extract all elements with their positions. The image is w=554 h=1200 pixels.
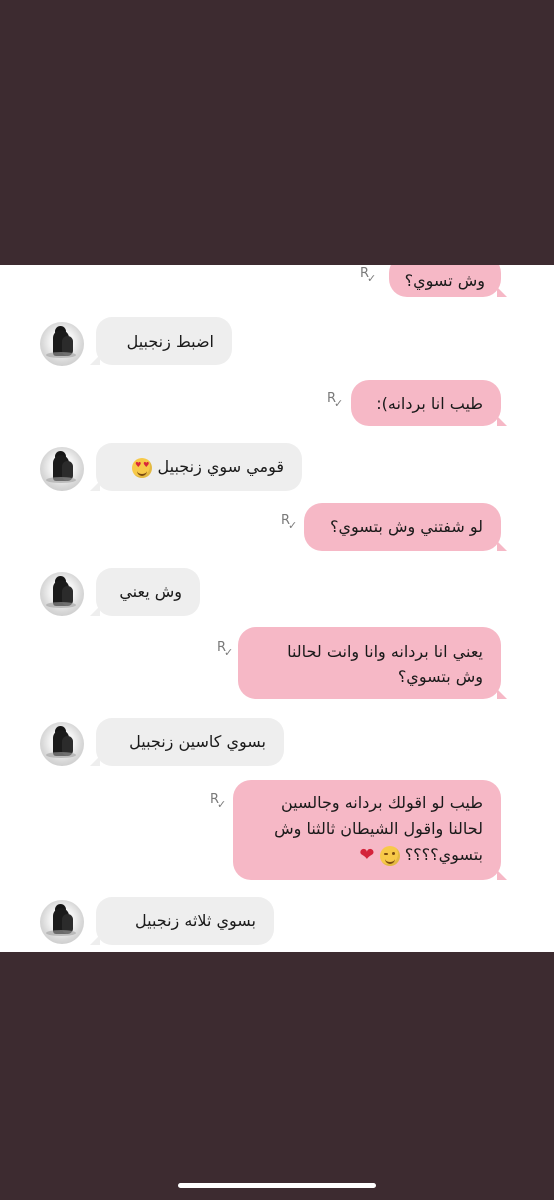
- sent-message[interactable]: لو شفتني وش بتسوي؟: [304, 503, 507, 551]
- read-receipt-icon: R ✓: [217, 640, 234, 659]
- received-message[interactable]: وش يعني: [90, 568, 200, 616]
- read-receipt-icon: R ✓: [360, 266, 377, 285]
- home-indicator[interactable]: [178, 1183, 376, 1188]
- read-receipt-icon: R ✓: [281, 513, 298, 532]
- message-text: اضبط زنجبيل: [126, 332, 214, 351]
- message-text-line: لحالنا واقول الشيطان ثالثنا وش: [274, 819, 483, 838]
- message-text: بسوي كاسين زنجبيل: [129, 732, 266, 751]
- contact-avatar[interactable]: [40, 447, 84, 491]
- contact-avatar[interactable]: [40, 322, 84, 366]
- received-message[interactable]: بسوي ثلاثه زنجبيل: [90, 897, 274, 945]
- sent-message[interactable]: وش تسوي؟: [389, 265, 507, 297]
- message-text-line: بتسوي؟؟؟؟ ❤: [359, 844, 483, 866]
- sent-message[interactable]: طيب انا بردانه):: [351, 380, 507, 426]
- message-text-line: وش بتسوي؟: [397, 667, 483, 686]
- message-text: قومي سوي زنجبيل: [157, 457, 284, 476]
- read-receipt-icon: R ✓: [210, 792, 227, 811]
- message-text: بسوي ثلاثه زنجبيل: [135, 911, 256, 930]
- received-message[interactable]: اضبط زنجبيل: [90, 317, 232, 365]
- contact-avatar[interactable]: [40, 722, 84, 766]
- contact-avatar[interactable]: [40, 572, 84, 616]
- received-message[interactable]: قومي سوي زنجبيل ♥ ♥: [90, 443, 302, 491]
- sent-message[interactable]: يعني انا بردانه وانا وانت لحالنا وش بتسو…: [238, 627, 507, 699]
- red-heart-emoji: ❤: [359, 844, 375, 866]
- message-text-line: طيب لو اقولك بردانه وجالسين: [280, 793, 483, 812]
- contact-avatar[interactable]: [40, 900, 84, 944]
- wink-emoji: [379, 845, 400, 866]
- message-text: وش تسوي؟: [404, 271, 485, 290]
- heart-eyes-emoji: ♥ ♥: [132, 457, 153, 478]
- message-text: طيب انا بردانه):: [376, 394, 483, 413]
- received-message[interactable]: بسوي كاسين زنجبيل: [90, 718, 284, 766]
- message-text: وش يعني: [119, 582, 182, 601]
- chat-screenshot: R ✓ وش تسوي؟ اضبط زنجبيل R ✓ طيب انا بردان…: [0, 265, 554, 952]
- sent-message[interactable]: طيب لو اقولك بردانه وجالسين لحالنا واقول…: [233, 780, 507, 880]
- message-text-line: يعني انا بردانه وانا وانت لحالنا: [287, 642, 483, 661]
- message-text: لو شفتني وش بتسوي؟: [330, 517, 483, 536]
- read-receipt-icon: R ✓: [327, 391, 344, 410]
